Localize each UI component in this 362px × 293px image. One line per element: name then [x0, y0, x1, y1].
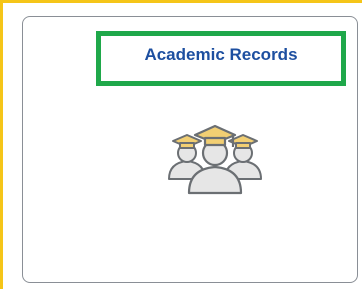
tile-title[interactable]: Academic Records: [144, 45, 297, 65]
bottom-divider: [0, 289, 362, 293]
graduates-icon: [163, 117, 267, 197]
academic-records-tile[interactable]: Academic Records: [22, 16, 358, 283]
title-highlight-box: Academic Records: [96, 31, 346, 86]
